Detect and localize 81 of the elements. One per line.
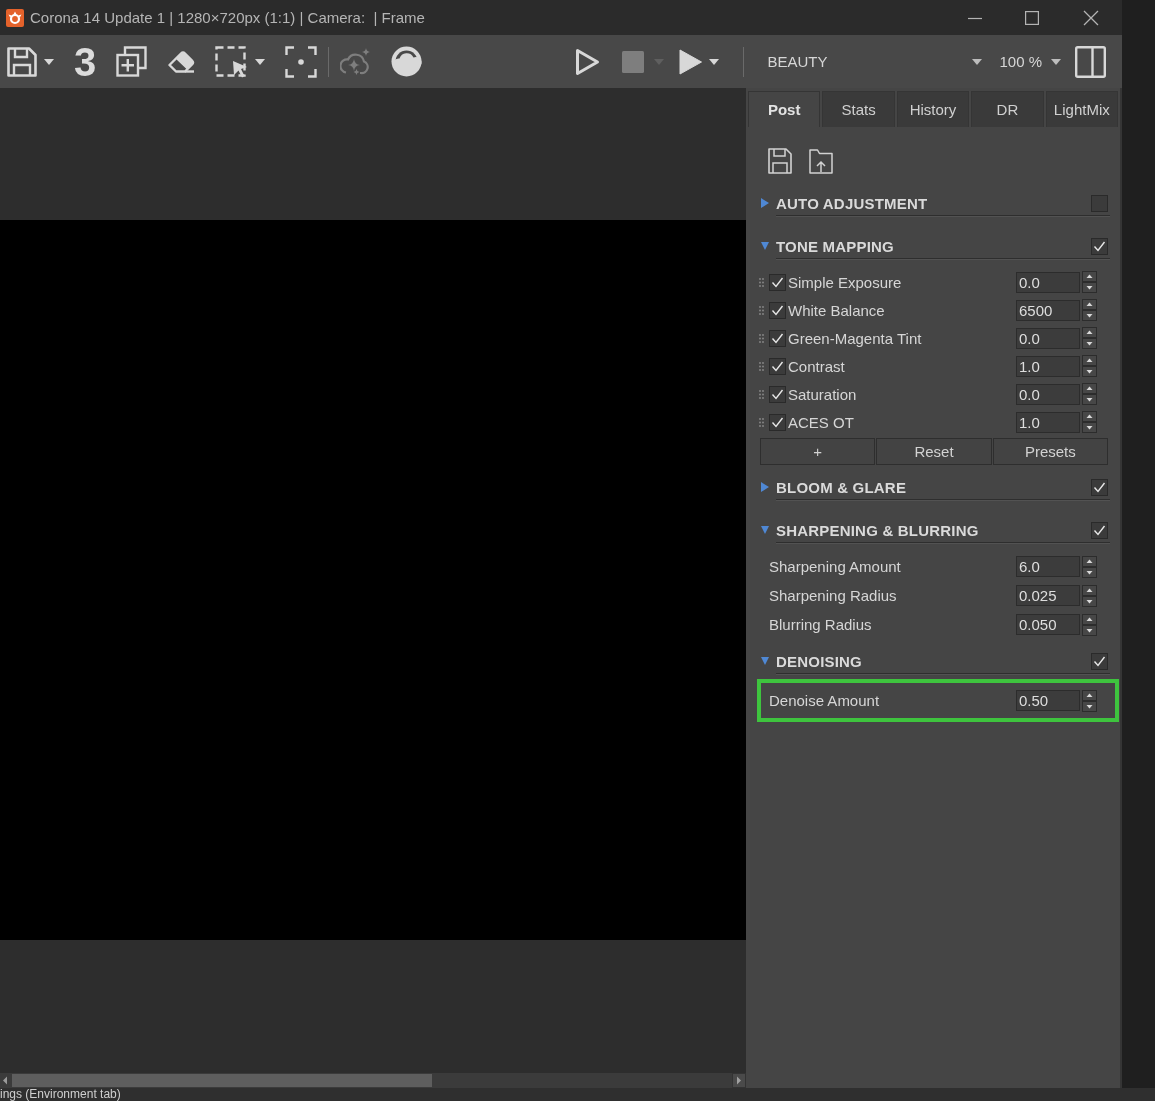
tab[interactable]: LightMix — [1045, 91, 1118, 127]
checkbox[interactable] — [769, 385, 786, 403]
parameter-label: Sharpening Amount — [769, 558, 901, 575]
checkbox[interactable] — [769, 273, 786, 291]
triangle-icon[interactable] — [761, 198, 769, 208]
folder-arrow-icon[interactable] — [809, 148, 833, 174]
panel-button[interactable]: + — [760, 438, 876, 465]
checkbox[interactable] — [769, 301, 786, 319]
checkbox[interactable] — [1091, 478, 1108, 496]
save-icon[interactable] — [7, 46, 37, 77]
number-field[interactable]: 0.0 — [1016, 327, 1080, 349]
number-field[interactable]: 0.50 — [1016, 690, 1080, 711]
stacked-squares-plus-icon[interactable] — [116, 46, 148, 77]
section-title[interactable]: TONE MAPPING — [776, 237, 1091, 255]
split-view-icon[interactable] — [1075, 45, 1106, 78]
caret-icon[interactable] — [44, 58, 54, 65]
checkbox[interactable] — [769, 357, 786, 375]
number-field[interactable]: 6500 — [1016, 299, 1080, 321]
close-icon[interactable] — [1083, 9, 1099, 26]
drag-handle-icon[interactable] — [759, 417, 764, 427]
parameter-label: Sharpening Radius — [769, 587, 897, 604]
zoom-dropdown[interactable]: 100 % — [999, 47, 1061, 76]
horizontal-scrollbar[interactable] — [0, 1073, 746, 1088]
render-pass-dropdown[interactable]: BEAUTY — [767, 47, 983, 76]
checkbox[interactable] — [1091, 237, 1108, 255]
panel-button[interactable]: Reset — [876, 438, 992, 465]
checkbox[interactable] — [1091, 194, 1108, 212]
digit-button[interactable]: 3 — [74, 41, 97, 82]
eraser-icon[interactable] — [167, 49, 196, 74]
panel-button[interactable]: Presets — [992, 438, 1108, 465]
play-outline-icon[interactable] — [575, 47, 601, 76]
drag-handle-icon[interactable] — [759, 305, 764, 315]
triangle-icon[interactable] — [761, 525, 769, 535]
tab[interactable]: DR — [971, 91, 1044, 127]
triangle-icon[interactable] — [761, 482, 769, 492]
drag-handle-icon[interactable] — [759, 389, 764, 399]
number-field[interactable]: 0.0 — [1016, 271, 1080, 293]
number-field[interactable]: 1.0 — [1016, 355, 1080, 377]
checkbox[interactable] — [769, 329, 786, 347]
tab[interactable]: History — [896, 91, 970, 127]
cloud-disc-icon[interactable] — [391, 46, 423, 77]
save-icon[interactable] — [768, 148, 792, 174]
play-icon[interactable] — [679, 48, 703, 75]
section-title[interactable]: DENOISING — [776, 652, 1091, 670]
triangle-icon[interactable] — [761, 656, 769, 666]
number-field[interactable]: 0.025 — [1016, 585, 1080, 606]
section-title[interactable]: AUTO ADJUSTMENT — [776, 194, 1091, 212]
drag-handle-icon[interactable] — [759, 333, 764, 343]
number-field[interactable]: 0.0 — [1016, 383, 1080, 405]
section-title[interactable]: SHARPENING & BLURRING — [776, 521, 1091, 539]
checkbox[interactable] — [1091, 521, 1108, 539]
section-title[interactable]: BLOOM & GLARE — [776, 478, 1091, 496]
dashed-selection-cursor-icon[interactable] — [215, 45, 249, 78]
operator-label: ACES OT — [788, 413, 854, 431]
drag-handle-icon[interactable] — [759, 277, 764, 287]
number-field[interactable]: 0.050 — [1016, 614, 1080, 635]
checkbox[interactable] — [1091, 652, 1108, 670]
caret-icon[interactable] — [972, 58, 983, 65]
caret-icon[interactable] — [709, 58, 720, 65]
drag-handle-icon[interactable] — [759, 361, 764, 371]
window-title: Corona 14 Update 1 | 1280×720px (1:1) | Camera: | Frame — [30, 9, 425, 26]
operator-label: Contrast — [788, 357, 845, 375]
scroll-thumb[interactable] — [12, 1074, 432, 1087]
number-field[interactable]: 1.0 — [1016, 411, 1080, 433]
maximize-icon[interactable] — [1025, 10, 1039, 25]
dashed-corners-dot-icon[interactable] — [285, 45, 318, 78]
parameter-label: Blurring Radius — [769, 616, 872, 633]
tab[interactable]: Stats — [822, 91, 895, 127]
operator-label: Green-Magenta Tint — [788, 329, 922, 347]
operator-label: Saturation — [788, 385, 857, 403]
operator-label: White Balance — [788, 301, 885, 319]
operator-label: Simple Exposure — [788, 273, 902, 291]
parameter-label: Denoise Amount — [769, 692, 880, 709]
number-field[interactable]: 6.0 — [1016, 556, 1080, 577]
triangle-icon[interactable] — [761, 241, 769, 251]
app-logo-icon — [6, 8, 24, 27]
caret-icon[interactable] — [1051, 58, 1061, 65]
caret-icon[interactable] — [255, 58, 266, 65]
tab[interactable]: Post — [748, 91, 821, 127]
checkbox[interactable] — [769, 413, 786, 431]
status-text: ings (Environment tab) — [0, 1088, 121, 1101]
